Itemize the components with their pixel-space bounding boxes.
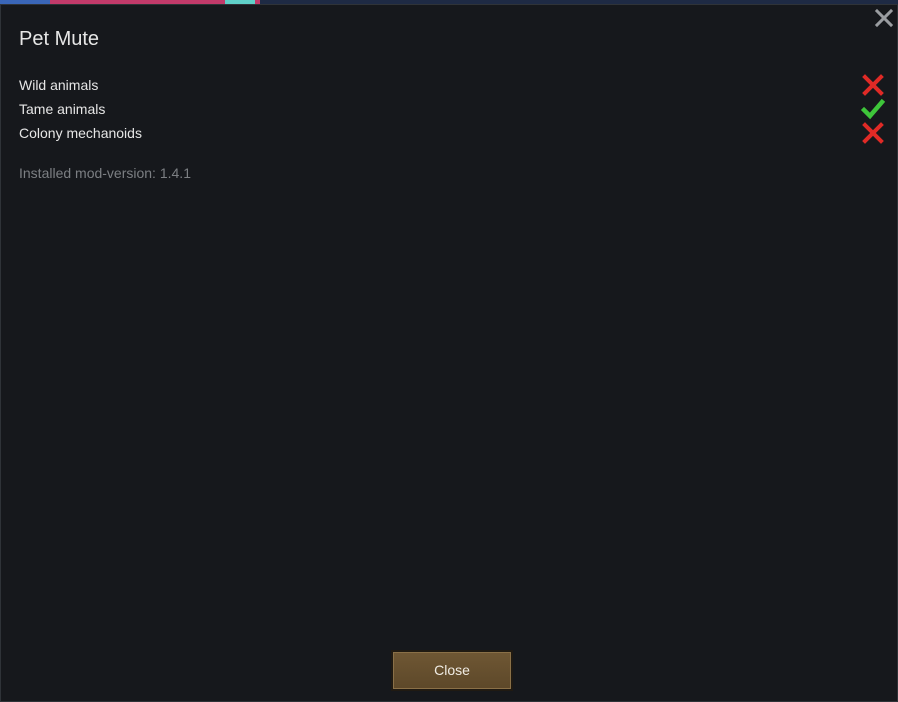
dialog-title: Pet Mute xyxy=(19,28,100,50)
setting-label: Tame animals xyxy=(19,101,106,117)
setting-row-wild-animals[interactable]: Wild animals xyxy=(19,73,885,97)
mod-settings-dialog: Pet Mute Wild animals Tame animals Colon… xyxy=(0,4,898,702)
cross-icon[interactable] xyxy=(861,73,885,97)
checkmark-icon[interactable] xyxy=(860,97,886,121)
cross-icon[interactable] xyxy=(861,121,885,145)
setting-label: Colony mechanoids xyxy=(19,125,142,141)
setting-label: Wild animals xyxy=(19,77,99,93)
close-icon[interactable] xyxy=(873,7,895,29)
setting-row-tame-animals[interactable]: Tame animals xyxy=(19,97,886,121)
close-button[interactable]: Close xyxy=(391,650,513,691)
mod-version-text: Installed mod-version: 1.4.1 xyxy=(19,165,191,181)
setting-row-colony-mechanoids[interactable]: Colony mechanoids xyxy=(19,121,885,145)
